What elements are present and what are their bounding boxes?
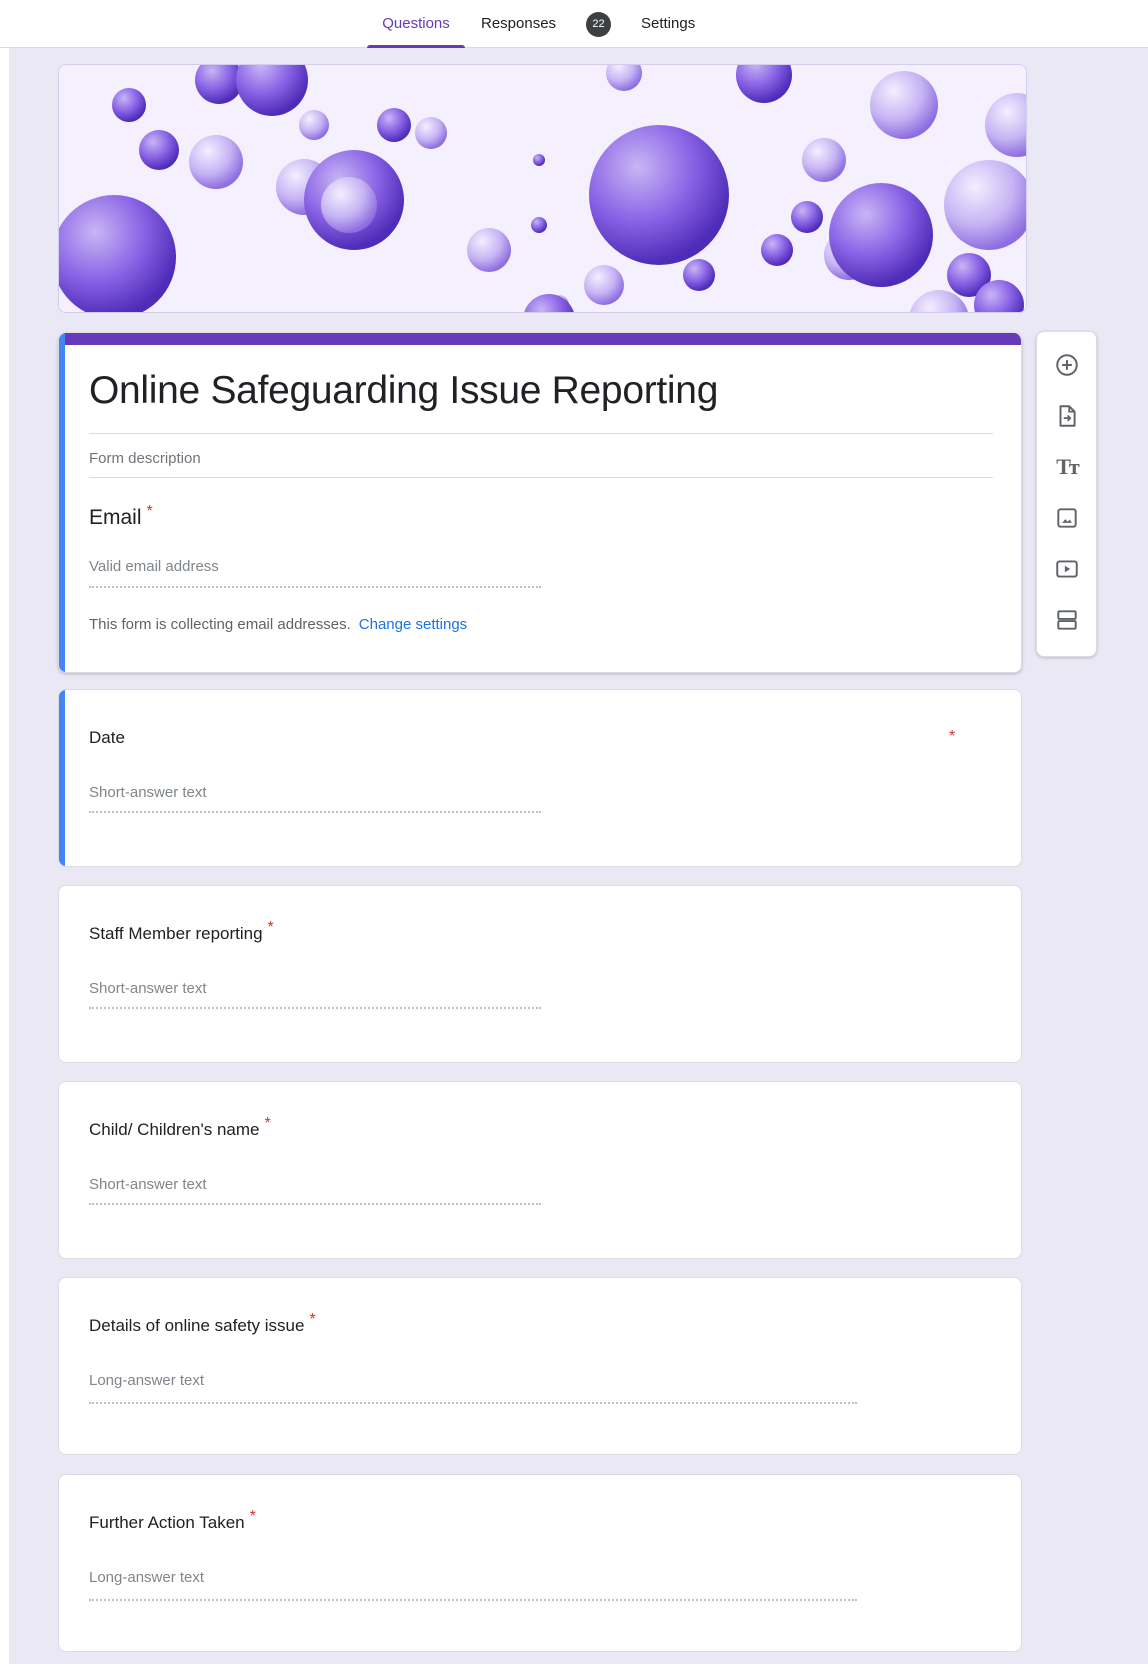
responses-count-badge: 22 bbox=[586, 12, 611, 37]
tab-responses-label: Responses bbox=[481, 15, 557, 32]
question-title: Details of online safety issue * bbox=[89, 1312, 316, 1336]
question-title-text: Child/ Children's name bbox=[89, 1120, 260, 1139]
question-title: Child/ Children's name * bbox=[89, 1116, 271, 1140]
answer-underline bbox=[89, 1599, 857, 1601]
import-questions-button[interactable] bbox=[1051, 400, 1083, 432]
answer-hint: Long-answer text bbox=[89, 1569, 205, 1586]
question-title-text: Details of online safety issue bbox=[89, 1316, 305, 1335]
question-card-further-action[interactable]: Further Action Taken * Long-answer text bbox=[58, 1474, 1022, 1652]
add-question-button[interactable] bbox=[1051, 349, 1083, 381]
active-card-indicator bbox=[59, 690, 65, 866]
description-underline bbox=[89, 477, 993, 478]
answer-underline bbox=[89, 811, 541, 813]
question-title[interactable]: Date bbox=[89, 728, 125, 748]
required-asterisk: * bbox=[267, 919, 274, 937]
tab-settings[interactable]: Settings bbox=[641, 0, 695, 48]
top-tab-bar: Questions Responses 22 Settings bbox=[0, 0, 1148, 48]
question-card-date[interactable]: Date * Short-answer text bbox=[58, 689, 1022, 867]
required-asterisk: * bbox=[249, 1508, 256, 1526]
add-video-icon bbox=[1056, 560, 1078, 578]
answer-underline bbox=[89, 1007, 541, 1009]
answer-hint: Short-answer text bbox=[89, 784, 207, 801]
question-card-staff-member[interactable]: Staff Member reporting * Short-answer tex… bbox=[58, 885, 1022, 1063]
bubbles-illustration bbox=[59, 65, 1026, 312]
email-label-text: Email bbox=[89, 506, 142, 529]
collecting-emails-text: This form is collecting email addresses. bbox=[89, 616, 351, 633]
email-field-underline bbox=[89, 586, 541, 588]
import-questions-icon bbox=[1059, 405, 1076, 427]
tab-responses[interactable]: Responses bbox=[481, 0, 556, 48]
question-toolbar: Tт bbox=[1036, 331, 1097, 657]
answer-hint: Short-answer text bbox=[89, 1176, 207, 1193]
required-asterisk: * bbox=[309, 1311, 316, 1329]
tab-questions[interactable]: Questions bbox=[367, 0, 465, 48]
question-title: Staff Member reporting * bbox=[89, 920, 274, 944]
add-video-button[interactable] bbox=[1051, 553, 1083, 585]
accent-top-border bbox=[59, 333, 1021, 345]
left-edge bbox=[0, 48, 9, 1664]
question-title-text: Staff Member reporting bbox=[89, 924, 263, 943]
answer-underline bbox=[89, 1402, 857, 1404]
question-card-issue-details[interactable]: Details of online safety issue * Long-ans… bbox=[58, 1277, 1022, 1455]
required-asterisk: * bbox=[264, 1115, 271, 1133]
required-asterisk: * bbox=[146, 503, 153, 520]
header-banner-image bbox=[58, 64, 1027, 313]
tab-settings-label: Settings bbox=[641, 15, 696, 32]
collecting-emails-note: This form is collecting email addresses.… bbox=[89, 616, 467, 633]
form-header-card[interactable]: Online Safeguarding Issue Reporting Form… bbox=[58, 333, 1022, 673]
form-description-input[interactable]: Form description bbox=[89, 450, 201, 467]
answer-hint: Long-answer text bbox=[89, 1372, 205, 1389]
tab-active-indicator bbox=[367, 45, 465, 48]
add-title-button[interactable]: Tт bbox=[1051, 451, 1083, 483]
add-title-icon: Tт bbox=[1056, 454, 1080, 479]
add-question-icon bbox=[1056, 354, 1078, 376]
email-field-hint: Valid email address bbox=[89, 558, 219, 575]
question-card-child-name[interactable]: Child/ Children's name * Short-answer tex… bbox=[58, 1081, 1022, 1259]
title-underline bbox=[89, 433, 993, 434]
add-image-button[interactable] bbox=[1051, 502, 1083, 534]
tab-questions-label: Questions bbox=[382, 15, 450, 32]
email-question-title: Email * bbox=[89, 503, 153, 530]
add-section-button[interactable] bbox=[1051, 604, 1083, 636]
required-asterisk: * bbox=[949, 728, 956, 745]
answer-hint: Short-answer text bbox=[89, 980, 207, 997]
question-title-text: Further Action Taken bbox=[89, 1513, 245, 1532]
add-image-icon bbox=[1057, 508, 1077, 528]
answer-underline bbox=[89, 1203, 541, 1205]
question-title: Further Action Taken * bbox=[89, 1509, 256, 1533]
add-section-icon bbox=[1057, 610, 1077, 630]
active-card-indicator bbox=[59, 333, 65, 672]
change-settings-link[interactable]: Change settings bbox=[359, 616, 467, 633]
form-title[interactable]: Online Safeguarding Issue Reporting bbox=[89, 369, 718, 413]
